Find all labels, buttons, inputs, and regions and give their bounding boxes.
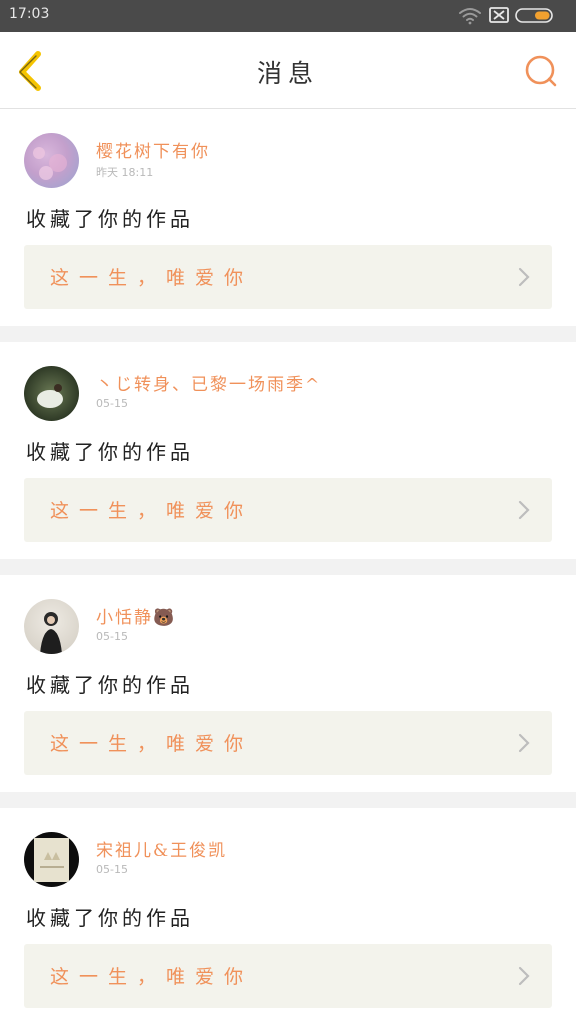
work-link[interactable]: 这一生，唯爱你: [24, 944, 552, 1008]
action-text: 收藏了你的作品: [26, 673, 194, 697]
sim-none-icon: [489, 7, 509, 23]
work-title: 这一生，唯爱你: [50, 500, 254, 522]
work-title: 这一生，唯爱你: [50, 267, 254, 289]
avatar[interactable]: [24, 599, 79, 654]
battery-icon: [515, 8, 553, 23]
avatar[interactable]: [24, 832, 79, 887]
divider: [0, 792, 576, 808]
username[interactable]: 宋祖儿&王俊凯: [96, 836, 227, 861]
avatar[interactable]: [24, 366, 79, 421]
status-bar: 17:03: [0, 0, 576, 32]
status-time: 17:03: [9, 6, 50, 22]
chevron-right-icon: [518, 500, 530, 520]
divider: [0, 559, 576, 575]
message-list: 樱花树下有你 昨天 18:11 收藏了你的作品 这一生，唯爱你 丶じ转身、已黎一…: [0, 109, 576, 1025]
action-text: 收藏了你的作品: [26, 440, 194, 464]
message-item: 宋祖儿&王俊凯 05-15 收藏了你的作品 这一生，唯爱你: [0, 808, 576, 1025]
divider: [0, 326, 576, 342]
search-icon: [525, 55, 557, 87]
action-text: 收藏了你的作品: [26, 207, 194, 231]
timestamp: 05-15: [96, 863, 128, 876]
work-link[interactable]: 这一生，唯爱你: [24, 478, 552, 542]
action-text: 收藏了你的作品: [26, 906, 194, 930]
search-button[interactable]: [524, 54, 558, 88]
nav-bar: 消息: [0, 32, 576, 109]
username[interactable]: 樱花树下有你: [96, 137, 210, 162]
chevron-right-icon: [518, 966, 530, 986]
avatar[interactable]: [24, 133, 79, 188]
message-item: 小恬静🐻 05-15 收藏了你的作品 这一生，唯爱你: [0, 575, 576, 792]
username[interactable]: 丶じ转身、已黎一场雨季^: [96, 370, 321, 395]
chevron-right-icon: [518, 733, 530, 753]
page-title: 消息: [256, 59, 319, 88]
status-icons: [458, 6, 568, 26]
work-title: 这一生，唯爱你: [50, 966, 254, 988]
timestamp: 05-15: [96, 397, 128, 410]
timestamp: 05-15: [96, 630, 128, 643]
message-item: 樱花树下有你 昨天 18:11 收藏了你的作品 这一生，唯爱你: [0, 109, 576, 326]
work-title: 这一生，唯爱你: [50, 733, 254, 755]
wifi-icon: [459, 8, 481, 25]
message-item: 丶じ转身、已黎一场雨季^ 05-15 收藏了你的作品 这一生，唯爱你: [0, 342, 576, 559]
chevron-right-icon: [518, 267, 530, 287]
timestamp: 昨天 18:11: [96, 166, 154, 179]
username[interactable]: 小恬静🐻: [96, 603, 176, 628]
work-link[interactable]: 这一生，唯爱你: [24, 711, 552, 775]
work-link[interactable]: 这一生，唯爱你: [24, 245, 552, 309]
